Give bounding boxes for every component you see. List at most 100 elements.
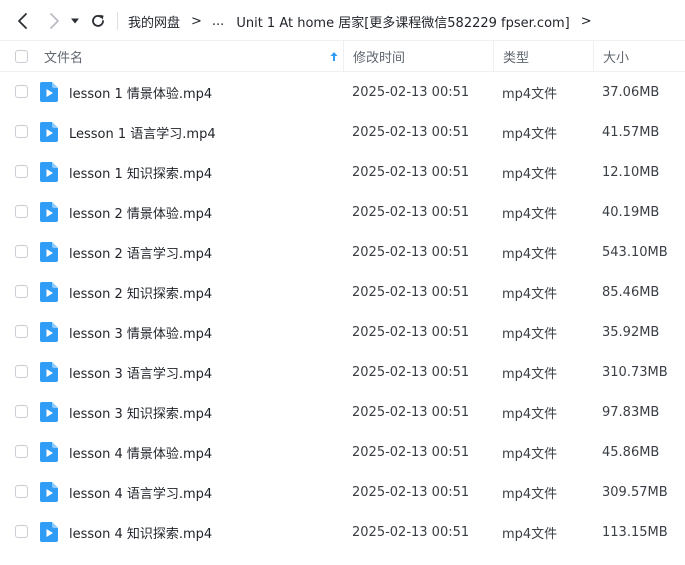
file-size: 45.86MB bbox=[602, 444, 660, 460]
row-checkbox[interactable] bbox=[15, 125, 28, 138]
column-header-name[interactable]: 文件名 bbox=[44, 41, 83, 72]
column-header-modified-label: 修改时间 bbox=[353, 51, 406, 66]
file-modified-time: 2025-02-13 00:51 bbox=[352, 164, 470, 180]
file-name[interactable]: lesson 1 知识探索.mp4 bbox=[69, 152, 212, 192]
table-row[interactable]: lesson 2 知识探索.mp4 2025-02-13 00:51 mp4文件… bbox=[0, 272, 685, 312]
file-type: mp4文件 bbox=[502, 246, 558, 262]
file-size: 310.73MB bbox=[602, 364, 668, 380]
file-type: mp4文件 bbox=[502, 166, 558, 182]
breadcrumb-ellipsis[interactable]: ... bbox=[212, 14, 224, 29]
file-name[interactable]: lesson 1 情景体验.mp4 bbox=[69, 72, 212, 112]
video-file-icon bbox=[40, 522, 58, 542]
breadcrumb-root[interactable]: 我的网盘 bbox=[128, 12, 180, 31]
column-header-modified[interactable]: 修改时间 bbox=[343, 41, 493, 72]
file-name[interactable]: lesson 3 语言学习.mp4 bbox=[69, 352, 212, 392]
row-checkbox[interactable] bbox=[15, 85, 28, 98]
file-size: 85.46MB bbox=[602, 284, 660, 300]
file-rows: lesson 1 情景体验.mp4 2025-02-13 00:51 mp4文件… bbox=[0, 72, 685, 552]
file-name[interactable]: lesson 4 语言学习.mp4 bbox=[69, 472, 212, 512]
video-file-icon bbox=[40, 362, 58, 382]
file-size: 113.15MB bbox=[602, 524, 668, 540]
video-file-icon bbox=[40, 402, 58, 422]
file-name[interactable]: lesson 4 知识探索.mp4 bbox=[69, 512, 212, 552]
file-size: 97.83MB bbox=[602, 404, 660, 420]
select-all-checkbox[interactable] bbox=[15, 50, 28, 63]
file-size: 12.10MB bbox=[602, 164, 660, 180]
file-size: 40.19MB bbox=[602, 204, 660, 220]
video-file-icon bbox=[40, 442, 58, 462]
caret-down-icon bbox=[71, 18, 79, 24]
file-modified-time: 2025-02-13 00:51 bbox=[352, 484, 470, 500]
file-size: 35.92MB bbox=[602, 324, 660, 340]
file-name[interactable]: lesson 4 情景体验.mp4 bbox=[69, 432, 212, 472]
video-file-icon bbox=[40, 82, 58, 102]
file-size: 543.10MB bbox=[602, 244, 668, 260]
file-type: mp4文件 bbox=[502, 286, 558, 302]
file-type: mp4文件 bbox=[502, 366, 558, 382]
video-file-icon bbox=[40, 162, 58, 182]
file-type: mp4文件 bbox=[502, 326, 558, 342]
toolbar-divider bbox=[117, 12, 118, 30]
video-file-icon bbox=[40, 242, 58, 262]
file-name[interactable]: lesson 2 语言学习.mp4 bbox=[69, 232, 212, 272]
breadcrumb-separator-end[interactable]: > bbox=[581, 14, 592, 29]
back-button[interactable] bbox=[11, 9, 35, 33]
row-checkbox[interactable] bbox=[15, 245, 28, 258]
video-file-icon bbox=[40, 202, 58, 222]
file-modified-time: 2025-02-13 00:51 bbox=[352, 124, 470, 140]
file-type: mp4文件 bbox=[502, 486, 558, 502]
row-checkbox[interactable] bbox=[15, 205, 28, 218]
refresh-button[interactable] bbox=[86, 9, 110, 33]
sort-ascending-icon[interactable] bbox=[330, 41, 338, 72]
table-row[interactable]: lesson 2 情景体验.mp4 2025-02-13 00:51 mp4文件… bbox=[0, 192, 685, 232]
table-row[interactable]: lesson 1 情景体验.mp4 2025-02-13 00:51 mp4文件… bbox=[0, 72, 685, 112]
row-checkbox[interactable] bbox=[15, 285, 28, 298]
row-checkbox[interactable] bbox=[15, 485, 28, 498]
video-file-icon bbox=[40, 122, 58, 142]
breadcrumb-current-folder[interactable]: Unit 1 At home 居家[更多课程微信582229 fpser.com… bbox=[236, 12, 569, 31]
file-name[interactable]: Lesson 1 语言学习.mp4 bbox=[69, 112, 216, 152]
table-row[interactable]: Lesson 1 语言学习.mp4 2025-02-13 00:51 mp4文件… bbox=[0, 112, 685, 152]
file-name[interactable]: lesson 3 情景体验.mp4 bbox=[69, 312, 212, 352]
video-file-icon bbox=[40, 282, 58, 302]
column-header-size[interactable]: 大小 bbox=[593, 41, 685, 72]
table-row[interactable]: lesson 4 情景体验.mp4 2025-02-13 00:51 mp4文件… bbox=[0, 432, 685, 472]
row-checkbox[interactable] bbox=[15, 165, 28, 178]
file-modified-time: 2025-02-13 00:51 bbox=[352, 84, 470, 100]
row-checkbox[interactable] bbox=[15, 525, 28, 538]
file-name[interactable]: lesson 2 情景体验.mp4 bbox=[69, 192, 212, 232]
file-name[interactable]: lesson 3 知识探索.mp4 bbox=[69, 392, 212, 432]
row-checkbox[interactable] bbox=[15, 365, 28, 378]
row-checkbox[interactable] bbox=[15, 325, 28, 338]
file-type: mp4文件 bbox=[502, 446, 558, 462]
table-row[interactable]: lesson 3 知识探索.mp4 2025-02-13 00:51 mp4文件… bbox=[0, 392, 685, 432]
video-file-icon bbox=[40, 322, 58, 342]
file-type: mp4文件 bbox=[502, 126, 558, 142]
file-modified-time: 2025-02-13 00:51 bbox=[352, 524, 470, 540]
row-checkbox[interactable] bbox=[15, 405, 28, 418]
file-list-header: 文件名 修改时间 类型 大小 bbox=[0, 40, 685, 72]
forward-button[interactable] bbox=[42, 9, 66, 33]
table-row[interactable]: lesson 2 语言学习.mp4 2025-02-13 00:51 mp4文件… bbox=[0, 232, 685, 272]
table-row[interactable]: lesson 3 情景体验.mp4 2025-02-13 00:51 mp4文件… bbox=[0, 312, 685, 352]
table-row[interactable]: lesson 1 知识探索.mp4 2025-02-13 00:51 mp4文件… bbox=[0, 152, 685, 192]
table-row[interactable]: lesson 4 知识探索.mp4 2025-02-13 00:51 mp4文件… bbox=[0, 512, 685, 552]
toolbar: 我的网盘 > ... Unit 1 At home 居家[更多课程微信58222… bbox=[0, 0, 685, 42]
video-file-icon bbox=[40, 482, 58, 502]
file-modified-time: 2025-02-13 00:51 bbox=[352, 284, 470, 300]
history-dropdown-button[interactable] bbox=[65, 9, 85, 33]
file-name[interactable]: lesson 2 知识探索.mp4 bbox=[69, 272, 212, 312]
file-size: 37.06MB bbox=[602, 84, 660, 100]
file-type: mp4文件 bbox=[502, 86, 558, 102]
file-type: mp4文件 bbox=[502, 406, 558, 422]
breadcrumb-separator: > bbox=[191, 13, 202, 29]
file-modified-time: 2025-02-13 00:51 bbox=[352, 444, 470, 460]
column-header-type[interactable]: 类型 bbox=[493, 41, 593, 72]
file-size: 41.57MB bbox=[602, 124, 660, 140]
file-list: 文件名 修改时间 类型 大小 lesson 1 情景体验.mp4 2025-02… bbox=[0, 40, 685, 552]
row-checkbox[interactable] bbox=[15, 445, 28, 458]
table-row[interactable]: lesson 3 语言学习.mp4 2025-02-13 00:51 mp4文件… bbox=[0, 352, 685, 392]
file-modified-time: 2025-02-13 00:51 bbox=[352, 244, 470, 260]
table-row[interactable]: lesson 4 语言学习.mp4 2025-02-13 00:51 mp4文件… bbox=[0, 472, 685, 512]
column-header-size-label: 大小 bbox=[603, 51, 630, 66]
